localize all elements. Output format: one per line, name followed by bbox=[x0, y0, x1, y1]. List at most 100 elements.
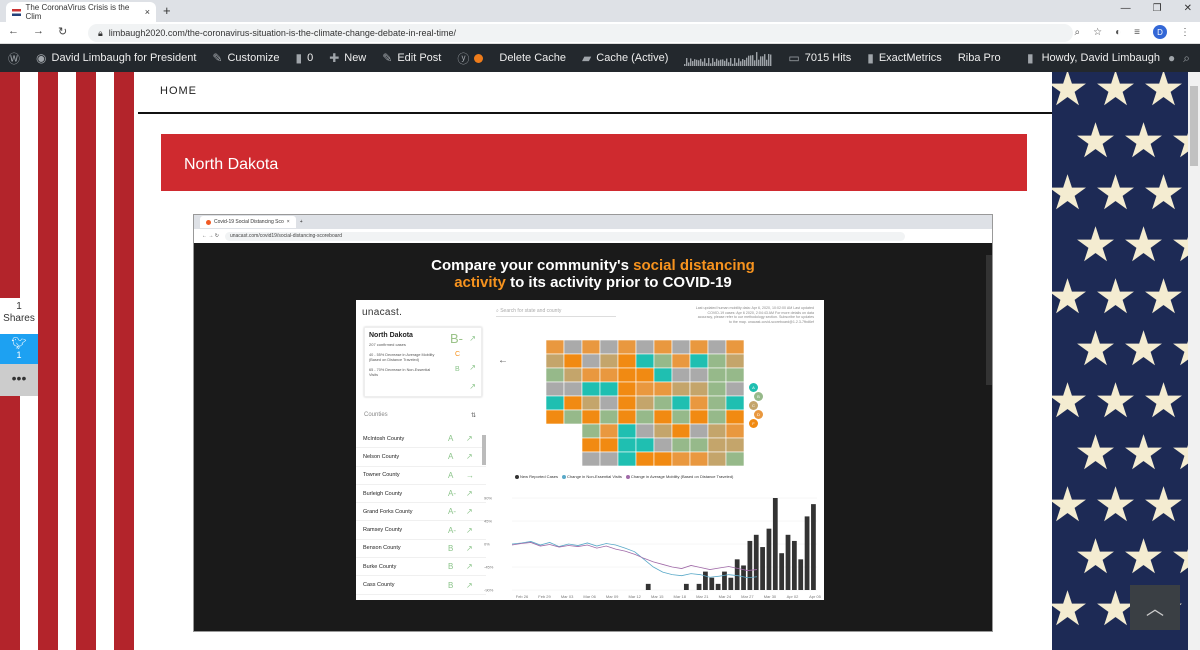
more-share-button[interactable]: ••• bbox=[0, 364, 38, 396]
minimize-icon[interactable]: — bbox=[1121, 3, 1131, 14]
state-search-input: ⌕ Search for state and county bbox=[496, 308, 616, 317]
twitter-share-button[interactable]: 🐦︎ 1 bbox=[0, 334, 38, 364]
site-name-link[interactable]: ◉ David Limbaugh for President bbox=[28, 44, 204, 72]
legend-label: New Reported Cases bbox=[520, 474, 559, 479]
new-tab-button[interactable]: + bbox=[163, 3, 171, 18]
legend-dot bbox=[625, 474, 630, 479]
county-map-cell bbox=[689, 340, 709, 355]
section-title-band: North Dakota bbox=[161, 134, 1027, 191]
x-tick-label: Feb 26 bbox=[516, 594, 529, 599]
county-map-cell bbox=[725, 423, 745, 439]
counties-heading: Counties bbox=[364, 412, 388, 418]
wp-logo-button[interactable]: Ⓦ bbox=[0, 44, 28, 72]
x-tick-label: Mar 30 bbox=[764, 594, 777, 599]
riba-link[interactable]: Riba Pro bbox=[950, 44, 1009, 72]
new-content-link[interactable]: ✚ New bbox=[321, 44, 374, 72]
county-map-cell bbox=[599, 381, 619, 397]
cases-bar bbox=[791, 540, 797, 590]
county-map-cell bbox=[599, 423, 619, 439]
cache-status-link[interactable]: ▰ Cache (Active) bbox=[574, 44, 676, 72]
county-map-cell bbox=[581, 451, 601, 467]
x-tick-label: Apr 02 bbox=[787, 594, 800, 599]
cases-bar bbox=[772, 498, 778, 590]
county-map-cell bbox=[617, 381, 637, 397]
county-map-cell bbox=[671, 451, 691, 467]
legend-label: Change in Average Mobility (Based on Dis… bbox=[630, 474, 734, 479]
county-map-cell bbox=[689, 395, 709, 411]
sparkline-bar bbox=[720, 59, 722, 66]
media-icon[interactable]: ≡ bbox=[1134, 27, 1140, 38]
sparkline-bar bbox=[704, 58, 706, 66]
tab-close-icon[interactable]: × bbox=[145, 7, 150, 17]
county-grade: A bbox=[448, 452, 454, 462]
hits-link[interactable]: ▭ 7015 Hits bbox=[780, 44, 859, 72]
grade-scale-item: A bbox=[749, 383, 758, 392]
sparkline-bar bbox=[768, 53, 770, 66]
close-window-icon[interactable]: ✕ bbox=[1184, 3, 1192, 14]
sparkline-bar bbox=[742, 59, 744, 66]
sparkline-bar bbox=[696, 59, 698, 66]
county-map-cell bbox=[671, 437, 691, 453]
county-grade: B bbox=[448, 543, 454, 553]
lock-icon: 🔒︎ bbox=[98, 27, 103, 38]
edit-post-link[interactable]: ✎ Edit Post bbox=[374, 44, 449, 72]
county-grade: A- bbox=[448, 525, 456, 535]
restore-icon[interactable]: ❐ bbox=[1153, 3, 1162, 14]
trend-up-icon: ↗ bbox=[469, 382, 476, 391]
search-icon[interactable]: ⌕ bbox=[1183, 51, 1190, 66]
cases-bar bbox=[715, 583, 721, 590]
forward-icon[interactable]: → bbox=[33, 25, 44, 38]
zoom-icon[interactable]: ⌕ bbox=[1075, 27, 1081, 38]
cache-label: Cache (Active) bbox=[596, 52, 669, 64]
county-grade: B bbox=[448, 562, 454, 572]
bookmark-star-icon[interactable]: ☆ bbox=[1093, 27, 1102, 38]
exactmetrics-link[interactable]: ▮ ExactMetrics bbox=[859, 44, 950, 72]
sparkline-bar bbox=[692, 61, 694, 66]
sparkline-bar bbox=[686, 58, 688, 66]
mobility-text: 40 - 55% Decrease in Average Mobility (B… bbox=[369, 353, 435, 362]
url-bar[interactable]: 🔒︎ limbaugh2020.com/the-coronavirus-situ… bbox=[88, 24, 1073, 42]
extension-icon[interactable]: ◐ bbox=[1115, 27, 1121, 38]
reload-icon[interactable]: ↻ bbox=[58, 25, 67, 38]
county-map-cell bbox=[671, 340, 691, 355]
menu-kebab-icon[interactable]: ⋮ bbox=[1180, 27, 1190, 38]
embedded-tab: Covid-19 Social Distancing Sco × bbox=[200, 216, 296, 228]
back-to-top-button[interactable]: ︿ bbox=[1130, 585, 1180, 630]
scrollbar-thumb[interactable] bbox=[1190, 86, 1198, 166]
nav-home-link[interactable]: HOME bbox=[160, 85, 197, 97]
county-map-cell bbox=[635, 367, 655, 383]
yoast-link[interactable]: ⓨ bbox=[449, 44, 491, 72]
county-map-cell bbox=[653, 353, 673, 369]
county-grade: A- bbox=[448, 507, 456, 517]
county-name: Grand Forks County bbox=[363, 508, 413, 515]
county-row: McIntosh County A ↗ bbox=[356, 430, 486, 449]
share-count-number: 1 bbox=[16, 301, 22, 312]
delete-cache-link[interactable]: Delete Cache bbox=[491, 44, 574, 72]
cases-bar bbox=[785, 534, 791, 590]
hits-sparkline[interactable] bbox=[676, 44, 780, 72]
county-grade: B bbox=[448, 580, 454, 590]
decorative-star-icon: ★ bbox=[1094, 479, 1138, 532]
browser-tab[interactable]: The CoronaVirus Crisis is the Clim × bbox=[6, 2, 156, 22]
customize-link[interactable]: ✎ Customize bbox=[204, 44, 287, 72]
sparkline-bar bbox=[722, 59, 724, 66]
comments-link[interactable]: ▮ 0 bbox=[287, 44, 321, 72]
county-map-cell bbox=[581, 353, 601, 369]
county-grade: A bbox=[448, 470, 454, 480]
sparkline-bar bbox=[766, 59, 768, 66]
trend-up-icon: ↗ bbox=[469, 363, 476, 372]
profile-avatar[interactable]: D bbox=[1153, 25, 1167, 39]
back-icon[interactable]: ← bbox=[8, 25, 19, 38]
county-map-cell bbox=[707, 451, 727, 467]
county-row: Burke County B ↗ bbox=[356, 558, 486, 577]
county-map-cell bbox=[581, 409, 601, 425]
page-scrollbar[interactable] bbox=[1188, 72, 1200, 650]
county-trend-icon: ↗ bbox=[466, 507, 473, 517]
county-map-cell bbox=[707, 381, 727, 397]
county-grade-map bbox=[546, 340, 745, 467]
new-label: New bbox=[344, 52, 367, 64]
account-menu[interactable]: ▮ Howdy, David Limbaugh ● ⌕ bbox=[1027, 44, 1190, 72]
flag-favicon-icon bbox=[12, 8, 22, 16]
comments-count: 0 bbox=[307, 52, 314, 64]
notifications-icon[interactable]: ▮ bbox=[1027, 51, 1034, 65]
